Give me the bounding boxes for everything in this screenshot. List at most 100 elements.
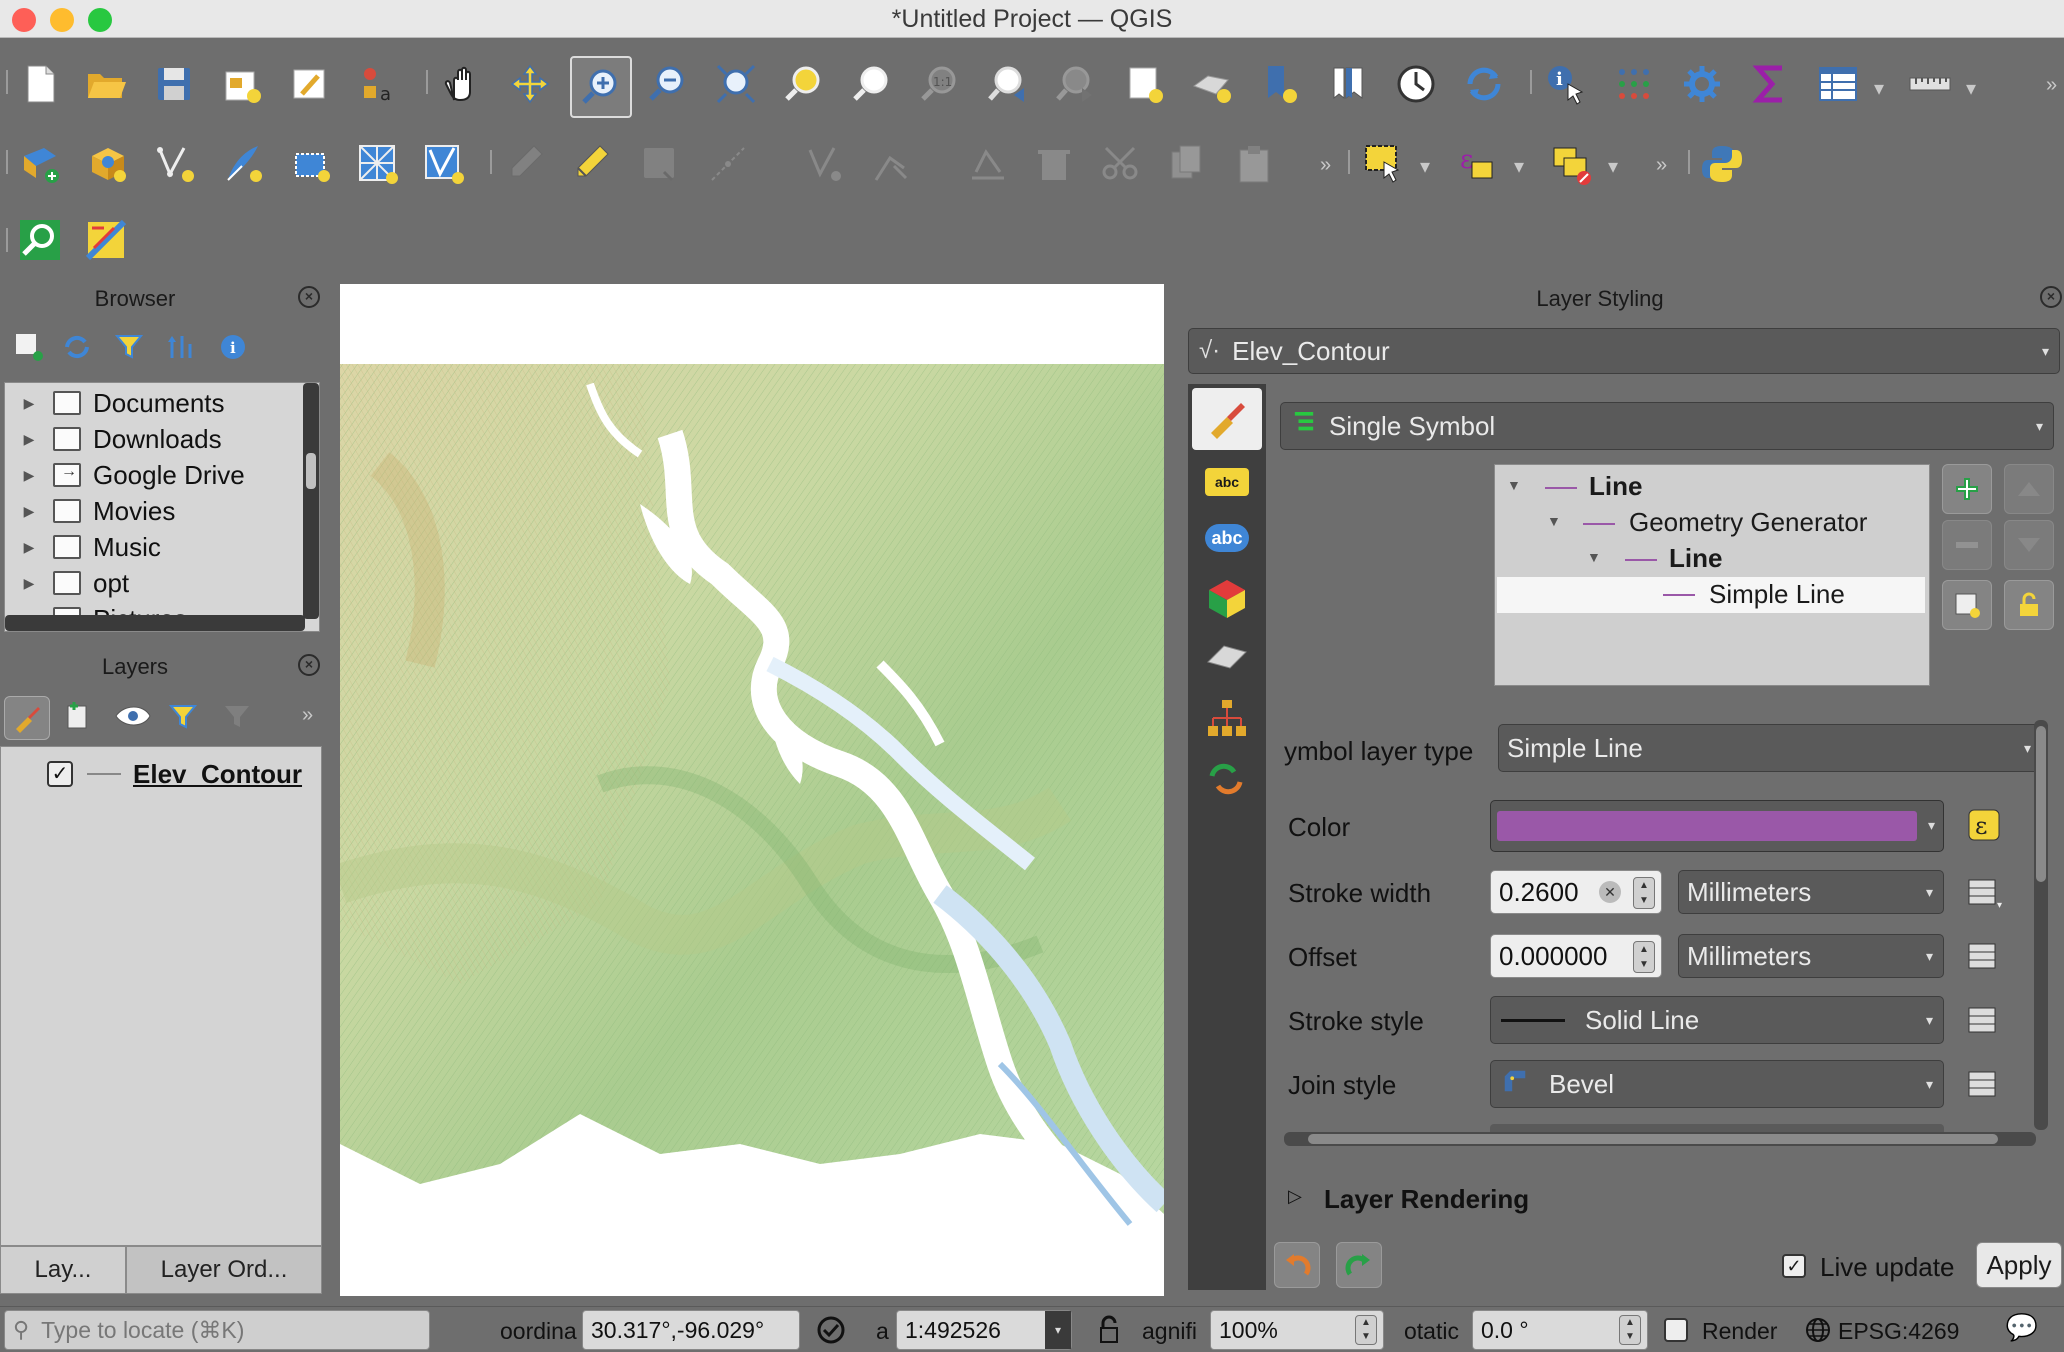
masks-tab-icon[interactable]: abc <box>1205 524 1249 552</box>
messages-icon[interactable]: 💬 <box>2002 1312 2042 1346</box>
browser-filter-icon[interactable] <box>114 332 144 362</box>
tree-item-line[interactable]: Line <box>1589 471 1642 502</box>
crs-label[interactable]: EPSG:4269 <box>1838 1318 1959 1345</box>
open-project-icon[interactable] <box>80 58 132 110</box>
renderer-dropdown[interactable]: Single Symbol ▾ <box>1280 402 2054 450</box>
save-project-icon[interactable] <box>148 58 200 110</box>
new-project-icon[interactable] <box>14 58 66 110</box>
filter-by-expression-icon[interactable] <box>222 702 268 732</box>
vertex-tool-icon[interactable] <box>702 138 754 190</box>
deselect-icon[interactable] <box>1546 138 1598 190</box>
rotation-spinbox[interactable]: 0.0 ° ▲ ▼ <box>1472 1310 1648 1350</box>
new-spatial-bookmark-icon[interactable] <box>1254 58 1306 110</box>
add-group-icon[interactable] <box>64 700 94 734</box>
settings-icon[interactable] <box>1676 58 1728 110</box>
browser-item-opt[interactable]: ▶ opt <box>5 565 295 601</box>
select-icon[interactable] <box>1358 138 1410 190</box>
undo-redo-tab-icon[interactable] <box>1204 756 1250 802</box>
layer-rendering-section[interactable]: Layer Rendering <box>1324 1184 1529 1215</box>
history-tab-icon[interactable] <box>1204 696 1250 742</box>
browser-scrollbar[interactable] <box>303 383 319 619</box>
layers-filter-icon[interactable] <box>168 702 202 732</box>
copy-icon[interactable] <box>1160 138 1212 190</box>
extents-toggle-icon[interactable] <box>814 1312 848 1348</box>
minimize-window-button[interactable] <box>50 8 74 32</box>
tab-layers[interactable]: Lay... <box>0 1246 126 1294</box>
new-scratch-layer-icon[interactable] <box>218 138 270 190</box>
add-symbol-layer-button[interactable] <box>1942 464 1992 514</box>
3d-view-tab-icon[interactable] <box>1204 576 1250 622</box>
toggle-editing-icon[interactable] <box>500 138 552 190</box>
symbology-tab-icon[interactable] <box>1192 388 1262 450</box>
crs-globe-icon[interactable] <box>1804 1316 1832 1344</box>
cut-icon[interactable] <box>1094 138 1146 190</box>
browser-refresh-icon[interactable] <box>62 332 92 362</box>
new-mesh-layer-icon[interactable] <box>352 138 404 190</box>
pan-to-selection-icon[interactable] <box>504 58 556 110</box>
redo-button[interactable] <box>1336 1242 1382 1288</box>
layer-item-elev-contour[interactable]: Elev_Contour <box>133 759 302 790</box>
manage-visibility-icon[interactable] <box>114 702 154 732</box>
browser-item-downloads[interactable]: ▶ Downloads <box>5 421 295 457</box>
temporal-controller-icon[interactable] <box>1322 58 1374 110</box>
symbol-layer-type-dropdown[interactable]: Simple Line ▾ <box>1498 724 2042 772</box>
styling-close-icon[interactable]: × <box>2040 286 2062 308</box>
render-checkbox[interactable] <box>1664 1318 1688 1342</box>
stroke-width-data-defined-icon[interactable]: ▾ <box>1962 872 2008 912</box>
properties-scrollbar[interactable] <box>2034 720 2048 1130</box>
show-bookmarks-icon[interactable] <box>1186 58 1238 110</box>
maximize-window-button[interactable] <box>88 8 112 32</box>
layer-visibility-checkbox[interactable]: ✓ <box>47 761 73 787</box>
new-shapefile-icon[interactable] <box>150 138 202 190</box>
statistics-icon[interactable] <box>1744 58 1796 110</box>
offset-unit-dropdown[interactable]: Millimeters ▾ <box>1678 934 1944 978</box>
browser-item-movies[interactable]: ▶ Movies <box>5 493 295 529</box>
coordinate-field[interactable]: 30.317°,-96.029° <box>582 1310 800 1350</box>
identify-icon[interactable]: i <box>1540 58 1592 110</box>
digitize-icon[interactable] <box>566 138 618 190</box>
attribute-table-icon[interactable] <box>1608 58 1660 110</box>
new-bookmark-icon[interactable] <box>1118 58 1170 110</box>
scale-lock-icon[interactable] <box>1096 1314 1122 1346</box>
refresh-icon[interactable] <box>1458 58 1510 110</box>
pan-icon[interactable] <box>436 58 488 110</box>
browser-info-icon[interactable]: i <box>218 332 248 362</box>
tree-item-line-nested[interactable]: Line <box>1669 543 1722 574</box>
paste-icon[interactable] <box>1228 138 1280 190</box>
zoom-to-selection-icon[interactable] <box>778 58 830 110</box>
join-style-dropdown[interactable]: Bevel ▾ <box>1490 1060 1944 1108</box>
zoom-in-icon[interactable] <box>570 56 632 118</box>
clear-icon[interactable]: ✕ <box>1599 881 1621 903</box>
print-layout-icon[interactable] <box>216 58 268 110</box>
zoom-next-icon[interactable] <box>1050 58 1102 110</box>
duplicate-symbol-layer-button[interactable] <box>1942 580 1992 630</box>
clock-icon[interactable] <box>1390 58 1442 110</box>
color-expression-icon[interactable]: ε <box>1962 806 2008 846</box>
move-feature-icon[interactable] <box>866 138 918 190</box>
apply-button[interactable]: Apply <box>1976 1242 2062 1288</box>
undo-button[interactable] <box>1274 1242 1320 1288</box>
layer-selector-dropdown[interactable]: √· Elev_Contour ▾ <box>1188 328 2060 374</box>
layers-close-icon[interactable]: × <box>298 654 320 676</box>
offset-data-defined-icon[interactable] <box>1962 936 2008 976</box>
new-virtual-layer-icon[interactable] <box>286 138 338 190</box>
stroke-style-data-defined-icon[interactable] <box>1962 1000 2008 1040</box>
diagrams-tab-icon[interactable] <box>1204 636 1250 676</box>
select-expression-icon[interactable]: ε <box>1452 138 1504 190</box>
join-style-data-defined-icon[interactable] <box>1962 1064 2008 1104</box>
tree-item-geometry-generator[interactable]: Geometry Generator <box>1629 507 1867 538</box>
zoom-last-icon[interactable] <box>982 58 1034 110</box>
color-button[interactable]: ▾ <box>1490 800 1944 852</box>
zoom-native-icon[interactable]: 1:1 <box>914 58 966 110</box>
browser-hscrollbar[interactable] <box>5 615 305 631</box>
magnifier-spinbox[interactable]: 100% ▲ ▼ <box>1210 1310 1384 1350</box>
tree-item-simple-line-row[interactable]: Simple Line <box>1497 577 1925 613</box>
browser-item-music[interactable]: ▶ Music <box>5 529 295 565</box>
map-canvas[interactable] <box>340 284 1164 1296</box>
zoom-full-icon[interactable] <box>710 58 762 110</box>
live-update-checkbox[interactable]: ✓ <box>1782 1254 1806 1278</box>
python-icon[interactable] <box>1696 138 1748 190</box>
offset-spinbox[interactable]: 0.000000 ▲ ▼ <box>1490 934 1662 978</box>
data-source-manager-icon[interactable] <box>14 138 66 190</box>
locator-search-input[interactable]: ⚲ Type to locate (⌘K) <box>4 1310 430 1350</box>
